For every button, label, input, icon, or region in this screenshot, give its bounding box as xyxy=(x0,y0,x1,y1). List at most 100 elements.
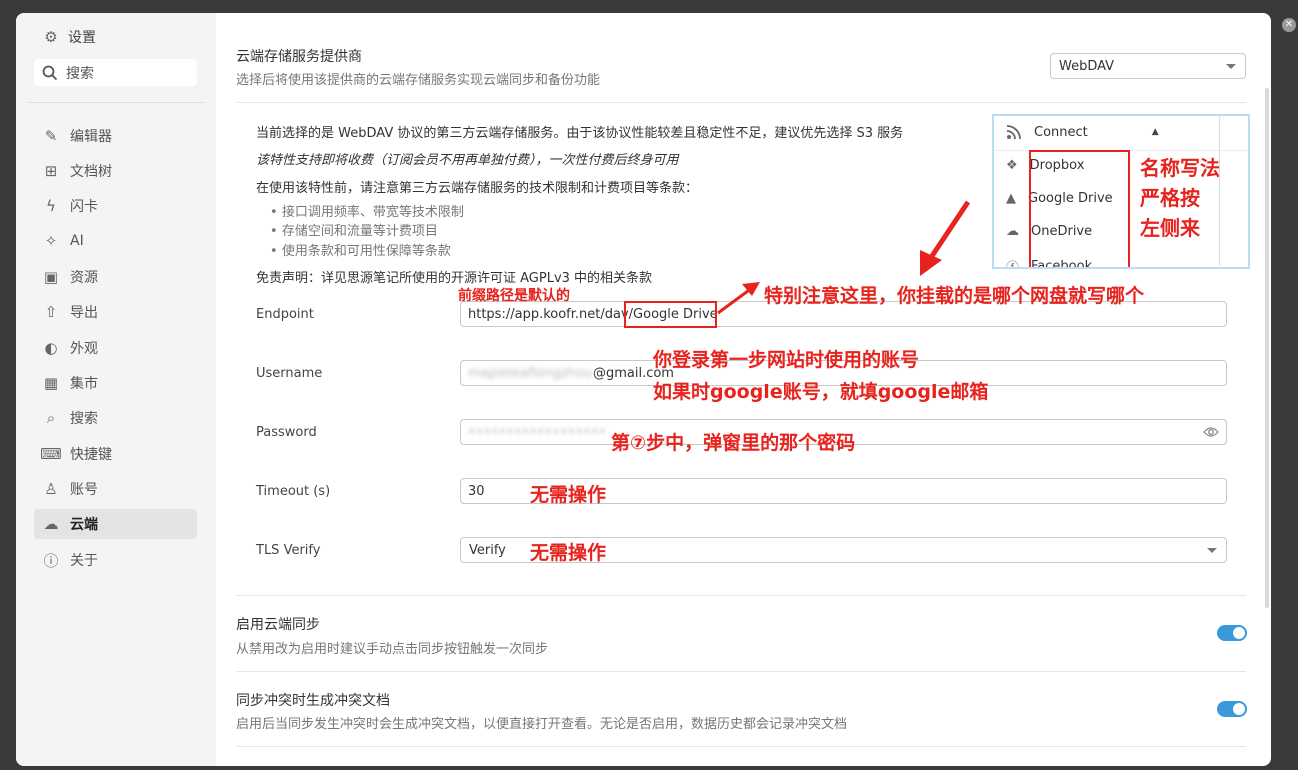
sidebar-item-label: 快捷键 xyxy=(70,447,112,463)
sync-title: 启用云端同步 xyxy=(236,617,320,633)
annotation-username-note-2: 如果时google账号，就填google邮箱 xyxy=(653,381,989,403)
conflict-desc: 启用后当同步发生冲突时会生成冲突文档，以便直接打开查看。无论是否启用，数据历史都… xyxy=(236,717,848,732)
sidebar-item-label: 文档树 xyxy=(70,164,112,180)
annotation-name-note-1: 名称写法 xyxy=(1140,156,1220,180)
chevron-down-icon xyxy=(1226,64,1236,69)
annotation-timeout-note: 无需操作 xyxy=(530,484,607,506)
timeout-label: Timeout (s) xyxy=(256,484,331,499)
provider-select[interactable]: WebDAV xyxy=(1050,53,1246,79)
google-drive-icon: ▲ xyxy=(1006,191,1016,206)
tree-icon: ⊞ xyxy=(44,162,58,180)
connect-header[interactable]: Connect ▲ xyxy=(1006,124,1159,140)
tls-select-value: Verify xyxy=(469,542,506,558)
annotation-name-note: 名称写法 严格按 左侧来 xyxy=(1140,153,1220,243)
annotation-endpoint-note: 特别注意这里，你挂载的是哪个网盘就写哪个 xyxy=(764,285,1145,307)
flash-icon: ϟ xyxy=(46,197,56,215)
sync-toggle[interactable] xyxy=(1217,625,1247,641)
notice-line-1: 当前选择的是 WebDAV 协议的第三方云端存储服务。由于该协议性能较差且稳定性… xyxy=(256,126,904,141)
sidebar-item-label: 资源 xyxy=(70,270,98,286)
sidebar-search[interactable]: 搜索 xyxy=(34,59,197,86)
annotation-box-endpoint xyxy=(624,301,717,328)
notice-line-3: 在使用该特性前，请注意第三方云端存储服务的技术限制和计费项目等条款： xyxy=(256,181,699,196)
conflict-toggle[interactable] xyxy=(1217,701,1247,717)
sidebar-item-label: 编辑器 xyxy=(70,129,112,145)
sidebar-item-flashcard[interactable]: ϟ 闪卡 xyxy=(34,191,197,221)
sidebar-item-label: 外观 xyxy=(70,341,98,357)
sidebar-item-assets[interactable]: ▣ 资源 xyxy=(34,262,197,292)
sidebar-item-bazaar[interactable]: ▦ 集市 xyxy=(34,368,197,398)
username-label: Username xyxy=(256,366,323,381)
annotation-prefix-note: 前缀路径是默认的 xyxy=(458,288,570,304)
facebook-icon: ⓕ xyxy=(1006,261,1020,269)
sidebar-item-label: 账号 xyxy=(70,482,98,498)
annotation-tls-note: 无需操作 xyxy=(530,542,607,564)
user-icon: ♙ xyxy=(44,480,58,498)
annotation-password-note: 第⑦步中，弹窗里的那个密码 xyxy=(611,432,856,454)
divider xyxy=(236,746,1246,747)
search-icon: ⌕ xyxy=(46,409,56,427)
connect-header-label: Connect xyxy=(1034,124,1088,140)
sidebar: ⚙ 设置 搜索 ✎ 编辑器 ⊞ 文档树 ϟ 闪卡 ✧ AI ▣ 资源 ⇧ 导出 ◐ 外观 ▦ 集… xyxy=(16,13,216,766)
settings-dialog: ⚙ 设置 搜索 ✎ 编辑器 ⊞ 文档树 ϟ 闪卡 ✧ AI ▣ 资源 ⇧ 导出 ◐ 外观 ▦ 集… xyxy=(16,13,1271,766)
sidebar-item-label: 云端 xyxy=(70,517,98,533)
palette-icon: ◐ xyxy=(44,339,58,357)
sidebar-item-filetree[interactable]: ⊞ 文档树 xyxy=(34,156,197,186)
conflict-title: 同步冲突时生成冲突文档 xyxy=(236,693,390,709)
notice-bullet: • 存储空间和流量等计费项目 xyxy=(270,224,438,239)
pen-icon: ✎ xyxy=(44,127,58,145)
disclaimer: 免责声明：详见思源笔记所使用的开源许可证 AGPLv3 中的相关条款 xyxy=(256,271,653,286)
password-masked: •••••••••••••••••• xyxy=(468,424,607,440)
annotation-name-note-2: 严格按 xyxy=(1140,186,1200,210)
divider xyxy=(236,595,1246,596)
annotation-username-note-1: 你登录第一步网站时使用的账号 xyxy=(653,349,920,371)
info-icon: ⓘ xyxy=(43,551,59,570)
provider-select-value: WebDAV xyxy=(1059,58,1115,74)
sidebar-item-export[interactable]: ⇧ 导出 xyxy=(34,297,197,327)
settings-header: ⚙ 设置 xyxy=(42,27,96,47)
sidebar-item-label: 闪卡 xyxy=(70,199,98,215)
sidebar-item-label: AI xyxy=(70,233,84,249)
settings-title: 设置 xyxy=(68,30,96,46)
chevron-down-icon xyxy=(1207,548,1217,553)
sidebar-item-editor[interactable]: ✎ 编辑器 xyxy=(34,121,197,151)
tls-label: TLS Verify xyxy=(256,543,321,558)
sidebar-item-ai[interactable]: ✧ AI xyxy=(34,226,197,256)
sidebar-item-keymap[interactable]: ⌨ 快捷键 xyxy=(34,439,197,469)
close-icon[interactable]: ✕ xyxy=(1282,18,1296,32)
sync-desc: 从禁用改为启用时建议手动点击同步按钮触发一次同步 xyxy=(236,642,549,657)
notice-bullet: • 接口调用频率、带宽等技术限制 xyxy=(270,205,464,220)
notice-bullet-text: 使用条款和可用性保障等条款 xyxy=(281,244,451,259)
sidebar-item-account[interactable]: ♙ 账号 xyxy=(34,474,197,504)
search-icon xyxy=(42,65,58,80)
sparkle-icon: ✧ xyxy=(44,232,58,250)
divider xyxy=(236,671,1246,672)
endpoint-label: Endpoint xyxy=(256,307,314,322)
provider-desc: 选择后将使用该提供商的云端存储服务实现云端同步和备份功能 xyxy=(236,73,601,88)
sidebar-item-label: 导出 xyxy=(70,305,98,321)
password-label: Password xyxy=(256,425,317,440)
chevron-up-icon: ▲ xyxy=(1151,127,1159,137)
sidebar-item-appearance[interactable]: ◐ 外观 xyxy=(34,333,197,363)
notice-bullet-text: 接口调用频率、带宽等技术限制 xyxy=(281,205,464,220)
rss-icon xyxy=(1006,125,1021,140)
annotation-box-providers xyxy=(1029,150,1130,267)
sidebar-divider xyxy=(28,102,205,103)
dropbox-icon: ❖ xyxy=(1006,158,1018,173)
export-icon: ⇧ xyxy=(44,303,58,321)
sidebar-item-label: 搜索 xyxy=(70,411,98,427)
notice-bullet-text: 存储空间和流量等计费项目 xyxy=(281,224,438,239)
cloud-icon: ☁ xyxy=(43,515,59,533)
endpoint-prefix: https://app.koofr.net/dav/ xyxy=(468,306,634,322)
provider-title: 云端存储服务提供商 xyxy=(236,49,362,65)
username-masked: mapleleaflongzhou xyxy=(468,365,592,381)
scrollbar[interactable] xyxy=(1265,88,1269,608)
onedrive-icon: ☁ xyxy=(1006,224,1019,239)
store-icon: ▦ xyxy=(43,374,59,392)
sidebar-search-label: 搜索 xyxy=(66,65,94,82)
image-icon: ▣ xyxy=(43,268,59,286)
sidebar-item-cloud[interactable]: ☁ 云端 xyxy=(34,509,197,539)
eye-icon[interactable] xyxy=(1203,426,1219,438)
sidebar-item-search[interactable]: ⌕ 搜索 xyxy=(34,403,197,433)
sidebar-item-about[interactable]: ⓘ 关于 xyxy=(34,545,197,575)
keyboard-icon: ⌨ xyxy=(40,445,62,463)
